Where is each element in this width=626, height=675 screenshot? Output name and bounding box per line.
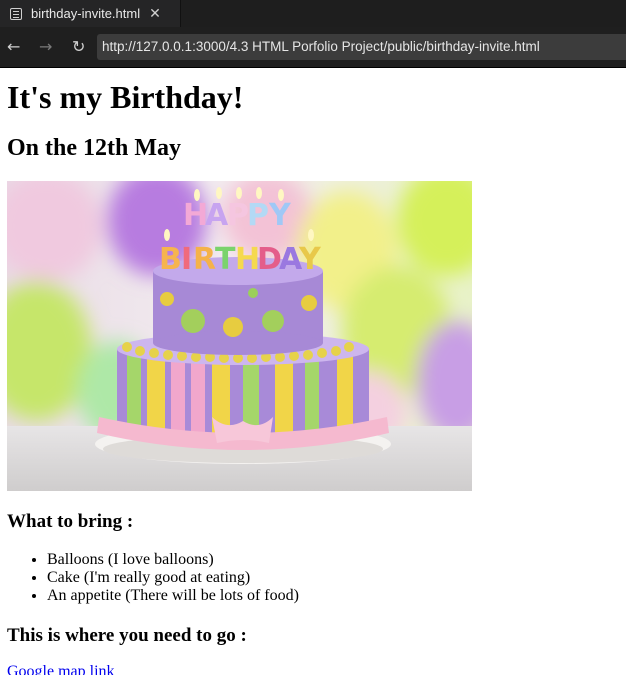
page-title: It's my Birthday! xyxy=(7,79,244,115)
tab-title: birthday-invite.html xyxy=(31,6,141,21)
bring-heading: What to bring : xyxy=(7,511,134,532)
list-item: Cake (I'm really good at eating) xyxy=(47,569,299,587)
tab-bar: birthday-invite.html ✕ xyxy=(0,0,626,27)
svg-text:I: I xyxy=(181,242,192,277)
address-bar[interactable]: http://127.0.0.1:3000/4.3 HTML Porfolio … xyxy=(97,34,626,60)
bring-list: Balloons (I love balloons) Cake (I'm rea… xyxy=(7,551,299,605)
google-map-link[interactable]: Google map link xyxy=(7,663,115,675)
svg-text:P: P xyxy=(247,198,269,233)
svg-text:A: A xyxy=(205,198,229,233)
reload-icon[interactable]: ↻ xyxy=(72,37,85,57)
svg-text:P: P xyxy=(227,198,249,233)
list-item: Balloons (I love balloons) xyxy=(47,551,299,569)
back-arrow-icon[interactable]: ← xyxy=(7,37,20,57)
list-item: An appetite (There will be lots of food) xyxy=(47,587,299,605)
document-icon xyxy=(10,7,22,20)
svg-text:T: T xyxy=(215,242,236,277)
tab-birthday-invite[interactable]: birthday-invite.html ✕ xyxy=(0,0,181,27)
page-subtitle: On the 12th May xyxy=(7,135,181,161)
svg-text:B: B xyxy=(159,242,182,277)
close-tab-icon[interactable]: ✕ xyxy=(149,7,161,21)
page-content: It's my Birthday! On the 12th May H A P … xyxy=(0,67,626,675)
birthday-cake-image: H A P P Y B I R T H D A Y xyxy=(7,181,472,491)
svg-text:Y: Y xyxy=(268,198,292,233)
svg-text:R: R xyxy=(193,242,216,277)
url-text[interactable]: http://127.0.0.1:3000/4.3 HTML Porfolio … xyxy=(102,39,540,54)
location-heading: This is where you need to go : xyxy=(7,625,247,646)
svg-text:Y: Y xyxy=(298,242,322,277)
forward-arrow-icon[interactable]: → xyxy=(39,37,52,57)
navigation-bar: ← → ↻ http://127.0.0.1:3000/4.3 HTML Por… xyxy=(0,27,626,68)
